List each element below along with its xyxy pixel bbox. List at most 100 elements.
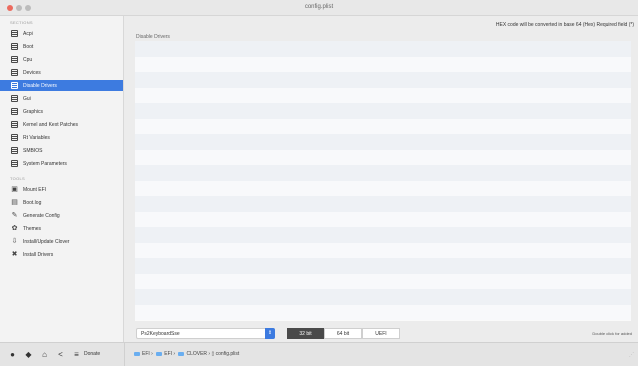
document-icon: ▯ [211, 351, 215, 357]
sidebar-item-smbios[interactable]: SMBIOS [0, 145, 123, 156]
path-item[interactable]: EFI [142, 351, 150, 357]
sidebar-item-devices[interactable]: Devices [0, 67, 123, 78]
path-bar: EFI › EFI › CLOVER › ▯ config.plist [132, 351, 239, 357]
tool-label: Themes [23, 225, 42, 232]
table-row[interactable] [135, 87, 631, 103]
list-icon [11, 108, 18, 115]
install-icon: ⇩ [11, 238, 18, 245]
sections-label: SECTIONS [10, 20, 33, 25]
sidebar-item-cpu[interactable]: Cpu [0, 54, 123, 65]
table-row[interactable] [135, 196, 631, 212]
table-row[interactable] [135, 289, 631, 305]
table-row[interactable] [135, 41, 631, 57]
sidebar-item-label: Cpu [23, 56, 33, 63]
sidebar-item-label: Rt Variables [23, 134, 50, 141]
list-icon [11, 134, 18, 141]
donate-icon: ≡ [74, 350, 79, 359]
tool-boot-log[interactable]: ▤ Boot.log [0, 197, 123, 208]
sidebar: SECTIONS Acpi Boot Cpu Devices Disable D… [0, 16, 124, 342]
table-row[interactable] [135, 242, 631, 258]
tool-themes[interactable]: ✿ Themes [0, 223, 123, 234]
path-item[interactable]: EFI [164, 351, 172, 357]
segment-64-bit[interactable]: 64 bit [324, 328, 362, 339]
resize-grip-icon[interactable]: ⋰ [629, 352, 634, 358]
segment-uefi[interactable]: UEFI [362, 328, 400, 339]
disk-icon: ▣ [11, 186, 18, 193]
document-icon: ▤ [11, 199, 18, 206]
list-icon [11, 82, 18, 89]
sidebar-item-gui[interactable]: Gui [0, 93, 123, 104]
sidebar-item-label: Boot [23, 43, 34, 50]
sidebar-item-graphics[interactable]: Graphics [0, 106, 123, 117]
lightbulb-icon[interactable]: ● [8, 350, 17, 359]
table-row[interactable] [135, 118, 631, 134]
path-item[interactable]: CLOVER [186, 351, 207, 357]
sidebar-item-label: Gui [23, 95, 31, 102]
wrench-icon: ✎ [11, 212, 18, 219]
share-icon[interactable]: < [56, 350, 65, 359]
double-click-hint: Double click for added [592, 331, 632, 336]
sidebar-item-label: Disable Drivers [23, 82, 57, 89]
sidebar-item-disable-drivers[interactable]: Disable Drivers [0, 80, 123, 91]
sidebar-item-rt-variables[interactable]: Rt Variables [0, 132, 123, 143]
title-bar: config.plist [0, 0, 638, 16]
table-row[interactable] [135, 72, 631, 88]
disable-drivers-table[interactable] [135, 41, 631, 321]
folder-icon [156, 351, 163, 356]
table-row[interactable] [135, 134, 631, 150]
chevron-updown-icon: ⇕ [265, 328, 275, 339]
sidebar-item-label: SMBIOS [23, 147, 43, 154]
tool-generate-config[interactable]: ✎ Generate Config [0, 210, 123, 221]
main-panel: HEX code will be converted in base 64 (H… [124, 16, 638, 342]
tool-install-drivers[interactable]: ✖ Install Drivers [0, 249, 123, 260]
hex-conversion-note: HEX code will be converted in base 64 (H… [495, 22, 634, 28]
table-row[interactable] [135, 165, 631, 181]
table-row[interactable] [135, 103, 631, 119]
list-icon [11, 121, 18, 128]
sidebar-item-kernel-kext-patches[interactable]: Kernel and Kext Patches [0, 119, 123, 130]
flower-icon: ✿ [11, 225, 18, 232]
tool-mount-efi[interactable]: ▣ Mount EFI [0, 184, 123, 195]
sidebar-item-system-parameters[interactable]: System Parameters [0, 158, 123, 169]
info-icon[interactable]: ◆ [24, 350, 33, 359]
table-row[interactable] [135, 227, 631, 243]
tool-label: Mount EFI [23, 186, 47, 193]
tool-install-update-clover[interactable]: ⇩ Install/Update Clover [0, 236, 123, 247]
tool-label: Install/Update Clover [23, 238, 70, 245]
driver-select[interactable]: Ps2KeyboardSse ⇕ [136, 328, 275, 339]
table-row[interactable] [135, 56, 631, 72]
tool-label: Boot.log [23, 199, 42, 206]
tool-label: Install Drivers [23, 251, 54, 258]
list-icon [11, 160, 18, 167]
donate-button[interactable]: Donate [84, 351, 100, 357]
table-row[interactable] [135, 149, 631, 165]
divider [124, 343, 125, 366]
drive-icon [134, 351, 140, 356]
driver-select-value: Ps2KeyboardSse [141, 331, 180, 337]
list-icon [11, 43, 18, 50]
list-icon [11, 147, 18, 154]
path-item[interactable]: config.plist [216, 351, 240, 357]
table-row[interactable] [135, 304, 631, 320]
list-icon [11, 56, 18, 63]
table-column-header: Disable Drivers [136, 34, 170, 40]
tools-label: TOOLS [10, 176, 25, 181]
table-row[interactable] [135, 211, 631, 227]
table-row[interactable] [135, 273, 631, 289]
table-row[interactable] [135, 258, 631, 274]
sidebar-item-label: Acpi [23, 30, 33, 37]
bottom-bar: ● ◆ ⌂ < ≡ Donate EFI › EFI › CLOVER › ▯ … [0, 342, 638, 366]
table-row[interactable] [135, 180, 631, 196]
segment-32-bit[interactable]: 32 bit [287, 328, 324, 339]
tool-label: Generate Config [23, 212, 60, 219]
sidebar-item-label: System Parameters [23, 160, 67, 167]
home-icon[interactable]: ⌂ [40, 350, 49, 359]
sidebar-item-boot[interactable]: Boot [0, 41, 123, 52]
sidebar-item-label: Graphics [23, 108, 44, 115]
folder-icon [178, 351, 185, 356]
tools-icon: ✖ [11, 251, 18, 258]
sidebar-item-label: Devices [23, 69, 41, 76]
sidebar-item-acpi[interactable]: Acpi [0, 28, 123, 39]
list-icon [11, 95, 18, 102]
sidebar-item-label: Kernel and Kext Patches [23, 121, 79, 128]
